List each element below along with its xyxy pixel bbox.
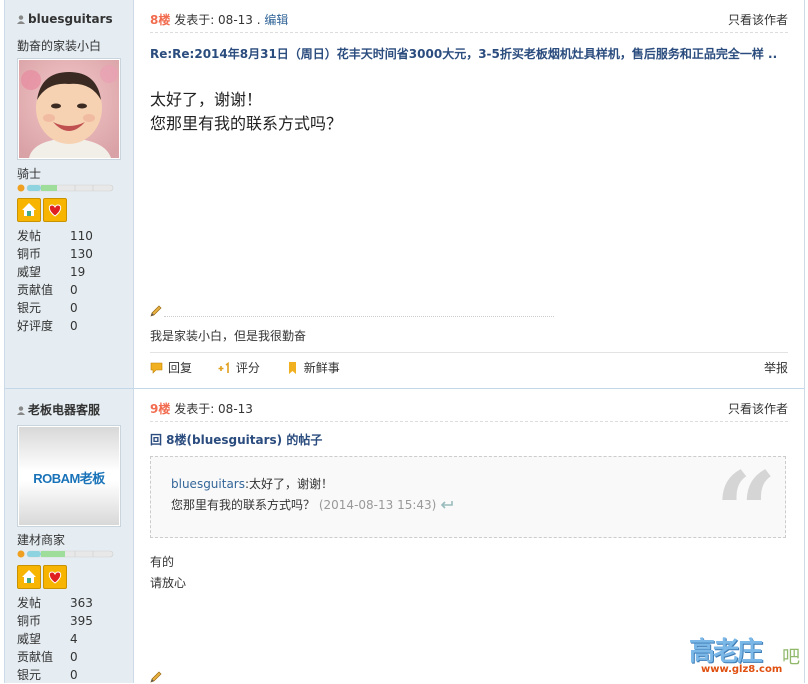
user-icon xyxy=(17,15,25,24)
post-date: 发表于: 08-13 . xyxy=(174,13,261,27)
edit-link[interactable]: 编辑 xyxy=(264,13,288,27)
stat-prestige: 威望 4 xyxy=(17,632,78,646)
bookmark-icon xyxy=(288,362,296,374)
post-9: 老板电器客服 ROBAM老板 建材商家 发帖 363 铜币 395 威望 4 贡献值 0… xyxy=(4,389,805,683)
stat-prestige: 威望 19 xyxy=(17,265,86,279)
baby-photo xyxy=(19,60,119,158)
fresh-button[interactable]: 新鲜事 xyxy=(286,353,340,383)
post-body: 有的 请放心 xyxy=(150,552,186,594)
post-body: 太好了，谢谢！ 您那里有我的联系方式吗？ xyxy=(150,88,342,136)
body-line: 您那里有我的联系方式吗？ xyxy=(150,114,343,133)
only-author-link[interactable]: 只看该作者 xyxy=(728,401,788,417)
user-icon xyxy=(17,406,25,415)
post-header: 9楼 发表于: 08-13 只看该作者 xyxy=(150,401,788,422)
post-title: Re:Re:2014年8月31日（周日）花丰天时间省3000大元，3-5折买老板… xyxy=(150,47,778,61)
watermark-brand: 高老庄 xyxy=(689,637,763,667)
post-content: 8楼 发表于: 08-13 . 编辑 只看该作者 Re:Re:2014年8月31… xyxy=(134,0,804,388)
quote-user-link[interactable]: bluesguitars xyxy=(171,477,245,491)
heart-medal-icon[interactable] xyxy=(43,565,67,589)
watermark-suffix: 吧 xyxy=(782,647,800,668)
stat-posts: 发帖 363 xyxy=(17,596,93,610)
watermark-url: www.glz8.com xyxy=(701,664,783,675)
medals xyxy=(17,198,69,222)
post-date: 发表于: 08-13 xyxy=(174,402,253,416)
user-title: 勤奋的家装小白 xyxy=(17,39,102,53)
reply-button[interactable]: 回复 xyxy=(150,353,192,383)
home-medal-icon[interactable] xyxy=(17,198,41,222)
post-title: 回 8楼(bluesguitars) 的帖子 xyxy=(150,433,323,447)
floor-number[interactable]: 9楼 xyxy=(150,402,170,416)
body-line: 有的 xyxy=(150,555,175,569)
post-header: 8楼 发表于: 08-13 . 编辑 只看该作者 xyxy=(150,12,788,33)
post-8: bluesguitars 勤奋的家装小白 骑士 发帖 110 铜币 130 威望… xyxy=(4,0,805,389)
return-icon[interactable] xyxy=(440,500,454,510)
user-sidebar: 老板电器客服 ROBAM老板 建材商家 发帖 363 铜币 395 威望 4 贡献值 0… xyxy=(5,389,134,683)
avatar[interactable] xyxy=(17,58,121,160)
stat-silver: 银元 0 xyxy=(17,668,78,682)
quote-line-2: 您那里有我的联系方式吗？ (2014-08-13 15:43) xyxy=(171,496,454,513)
rank-label: 骑士 xyxy=(17,167,42,181)
quote-block: “ bluesguitars:太好了，谢谢！ 您那里有我的联系方式吗？ (201… xyxy=(150,456,786,567)
stat-copper: 铜币 395 xyxy=(17,614,93,628)
only-author-link[interactable]: 只看该作者 xyxy=(728,12,788,28)
body-line: 太好了，谢谢！ xyxy=(150,90,263,109)
floor-number[interactable]: 8楼 xyxy=(150,13,170,27)
user-title: 建材商家 xyxy=(17,533,66,547)
username-text: bluesguitars xyxy=(28,12,113,26)
level-bar xyxy=(17,184,114,192)
home-medal-icon[interactable] xyxy=(17,565,41,589)
level-bar xyxy=(17,550,114,558)
robam-logo: ROBAM老板 xyxy=(19,427,119,525)
plus-one-icon xyxy=(218,362,229,373)
rate-button[interactable]: 评分 xyxy=(218,353,260,383)
avatar[interactable]: ROBAM老板 xyxy=(17,425,121,527)
heart-medal-icon[interactable] xyxy=(43,198,67,222)
quote-mark-icon: “ xyxy=(714,449,777,575)
quote-line-1: bluesguitars:太好了，谢谢！ xyxy=(171,477,334,491)
pencil-icon xyxy=(150,671,162,683)
stat-contribution: 贡献值 0 xyxy=(17,283,78,297)
report-link[interactable]: 举报 xyxy=(764,353,788,383)
stat-contribution: 贡献值 0 xyxy=(17,650,78,664)
quote-time: (2014-08-13 15:43) xyxy=(318,498,437,512)
reply-icon xyxy=(150,362,163,374)
username-text: 老板电器客服 xyxy=(28,403,101,417)
stat-copper: 铜币 130 xyxy=(17,247,93,261)
user-stats: 发帖 110 铜币 130 威望 19 贡献值 0 银元 0 好评度 0 xyxy=(17,227,93,335)
stat-rating: 好评度 0 xyxy=(17,319,78,333)
username[interactable]: 老板电器客服 xyxy=(17,401,100,418)
body-line: 请放心 xyxy=(150,576,187,590)
username[interactable]: bluesguitars xyxy=(17,12,113,26)
site-watermark: 高老庄 吧 www.glz8.com xyxy=(687,629,802,679)
stat-silver: 银元 0 xyxy=(17,301,78,315)
pencil-icon xyxy=(150,305,162,317)
signature: 我是家装小白，但是我很勤奋 xyxy=(150,329,307,343)
medals xyxy=(17,565,69,589)
user-sidebar: bluesguitars 勤奋的家装小白 骑士 发帖 110 铜币 130 威望… xyxy=(5,0,134,388)
stat-posts: 发帖 110 xyxy=(17,229,93,243)
post-actions: 回复 评分 新鲜事 举报 xyxy=(150,352,788,383)
user-stats: 发帖 363 铜币 395 威望 4 贡献值 0 银元 0 xyxy=(17,594,93,684)
signature-divider xyxy=(164,316,554,317)
